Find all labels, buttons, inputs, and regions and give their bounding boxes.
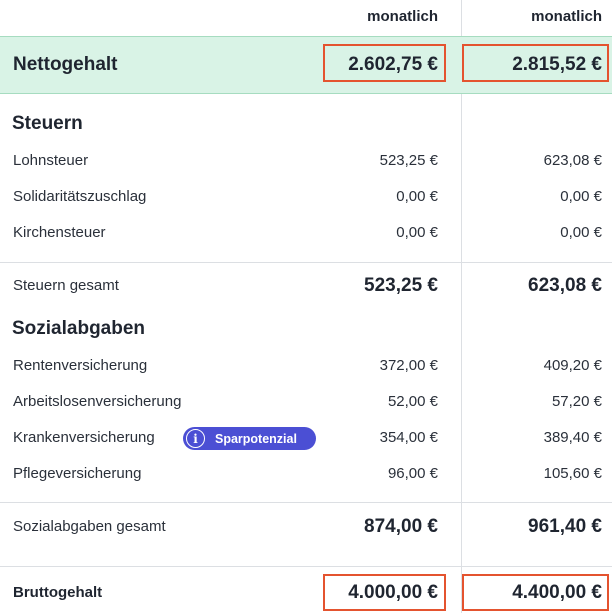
gross-salary-col2: 4.400,00 € [512, 582, 602, 603]
divider [0, 566, 612, 567]
taxes-total-col1: 523,25 € [364, 275, 438, 296]
social-total-col1: 874,00 € [364, 516, 438, 537]
sparpotenzial-badge[interactable]: i Sparpotenzial [183, 427, 316, 450]
net-salary-label: Nettogehalt [13, 54, 118, 75]
social-row-label: Rentenversicherung [13, 357, 148, 374]
social-row-label: Pflegeversicherung [13, 465, 142, 482]
social-row-col2: 105,60 € [543, 465, 602, 482]
social-row-col2: 409,20 € [543, 357, 602, 374]
column-header-2: monatlich [531, 8, 602, 25]
social-row-col1: 372,00 € [379, 357, 438, 374]
social-row-col1: 96,00 € [387, 465, 438, 482]
tax-row-label: Lohnsteuer [13, 152, 89, 169]
social-total-label: Sozialabgaben gesamt [13, 518, 166, 535]
tax-row-col1: 523,25 € [379, 152, 438, 169]
divider [0, 502, 612, 503]
taxes-total-col2: 623,08 € [528, 275, 602, 296]
sparpotenzial-label: Sparpotenzial [215, 431, 297, 446]
social-total-col2: 961,40 € [528, 516, 602, 537]
social-row-col2: 57,20 € [551, 393, 602, 410]
divider [0, 262, 612, 263]
social-row-col1: 354,00 € [379, 429, 438, 446]
net-salary-col2: 2.815,52 € [512, 54, 602, 75]
tax-row-label: Kirchensteuer [13, 224, 106, 241]
tax-row-label: Solidaritätszuschlag [13, 188, 147, 205]
info-icon: i [186, 429, 205, 448]
social-row-col2: 389,40 € [543, 429, 602, 446]
taxes-total-label: Steuern gesamt [13, 277, 119, 294]
net-salary-col1: 2.602,75 € [348, 54, 438, 75]
tax-row-col2: 623,08 € [543, 152, 602, 169]
tax-row-col2: 0,00 € [560, 188, 602, 205]
taxes-section-title: Steuern [12, 113, 83, 134]
social-row-col1: 52,00 € [387, 393, 438, 410]
social-row-label: Krankenversicherung [13, 429, 155, 446]
social-row-label: Arbeitslosenversicherung [13, 393, 182, 410]
tax-row-col2: 0,00 € [560, 224, 602, 241]
gross-salary-col1: 4.000,00 € [348, 582, 438, 603]
tax-row-col1: 0,00 € [396, 224, 438, 241]
tax-row-col1: 0,00 € [396, 188, 438, 205]
social-section-title: Sozialabgaben [12, 318, 146, 339]
column-header-1: monatlich [367, 8, 438, 25]
gross-salary-label: Bruttogehalt [13, 584, 103, 601]
